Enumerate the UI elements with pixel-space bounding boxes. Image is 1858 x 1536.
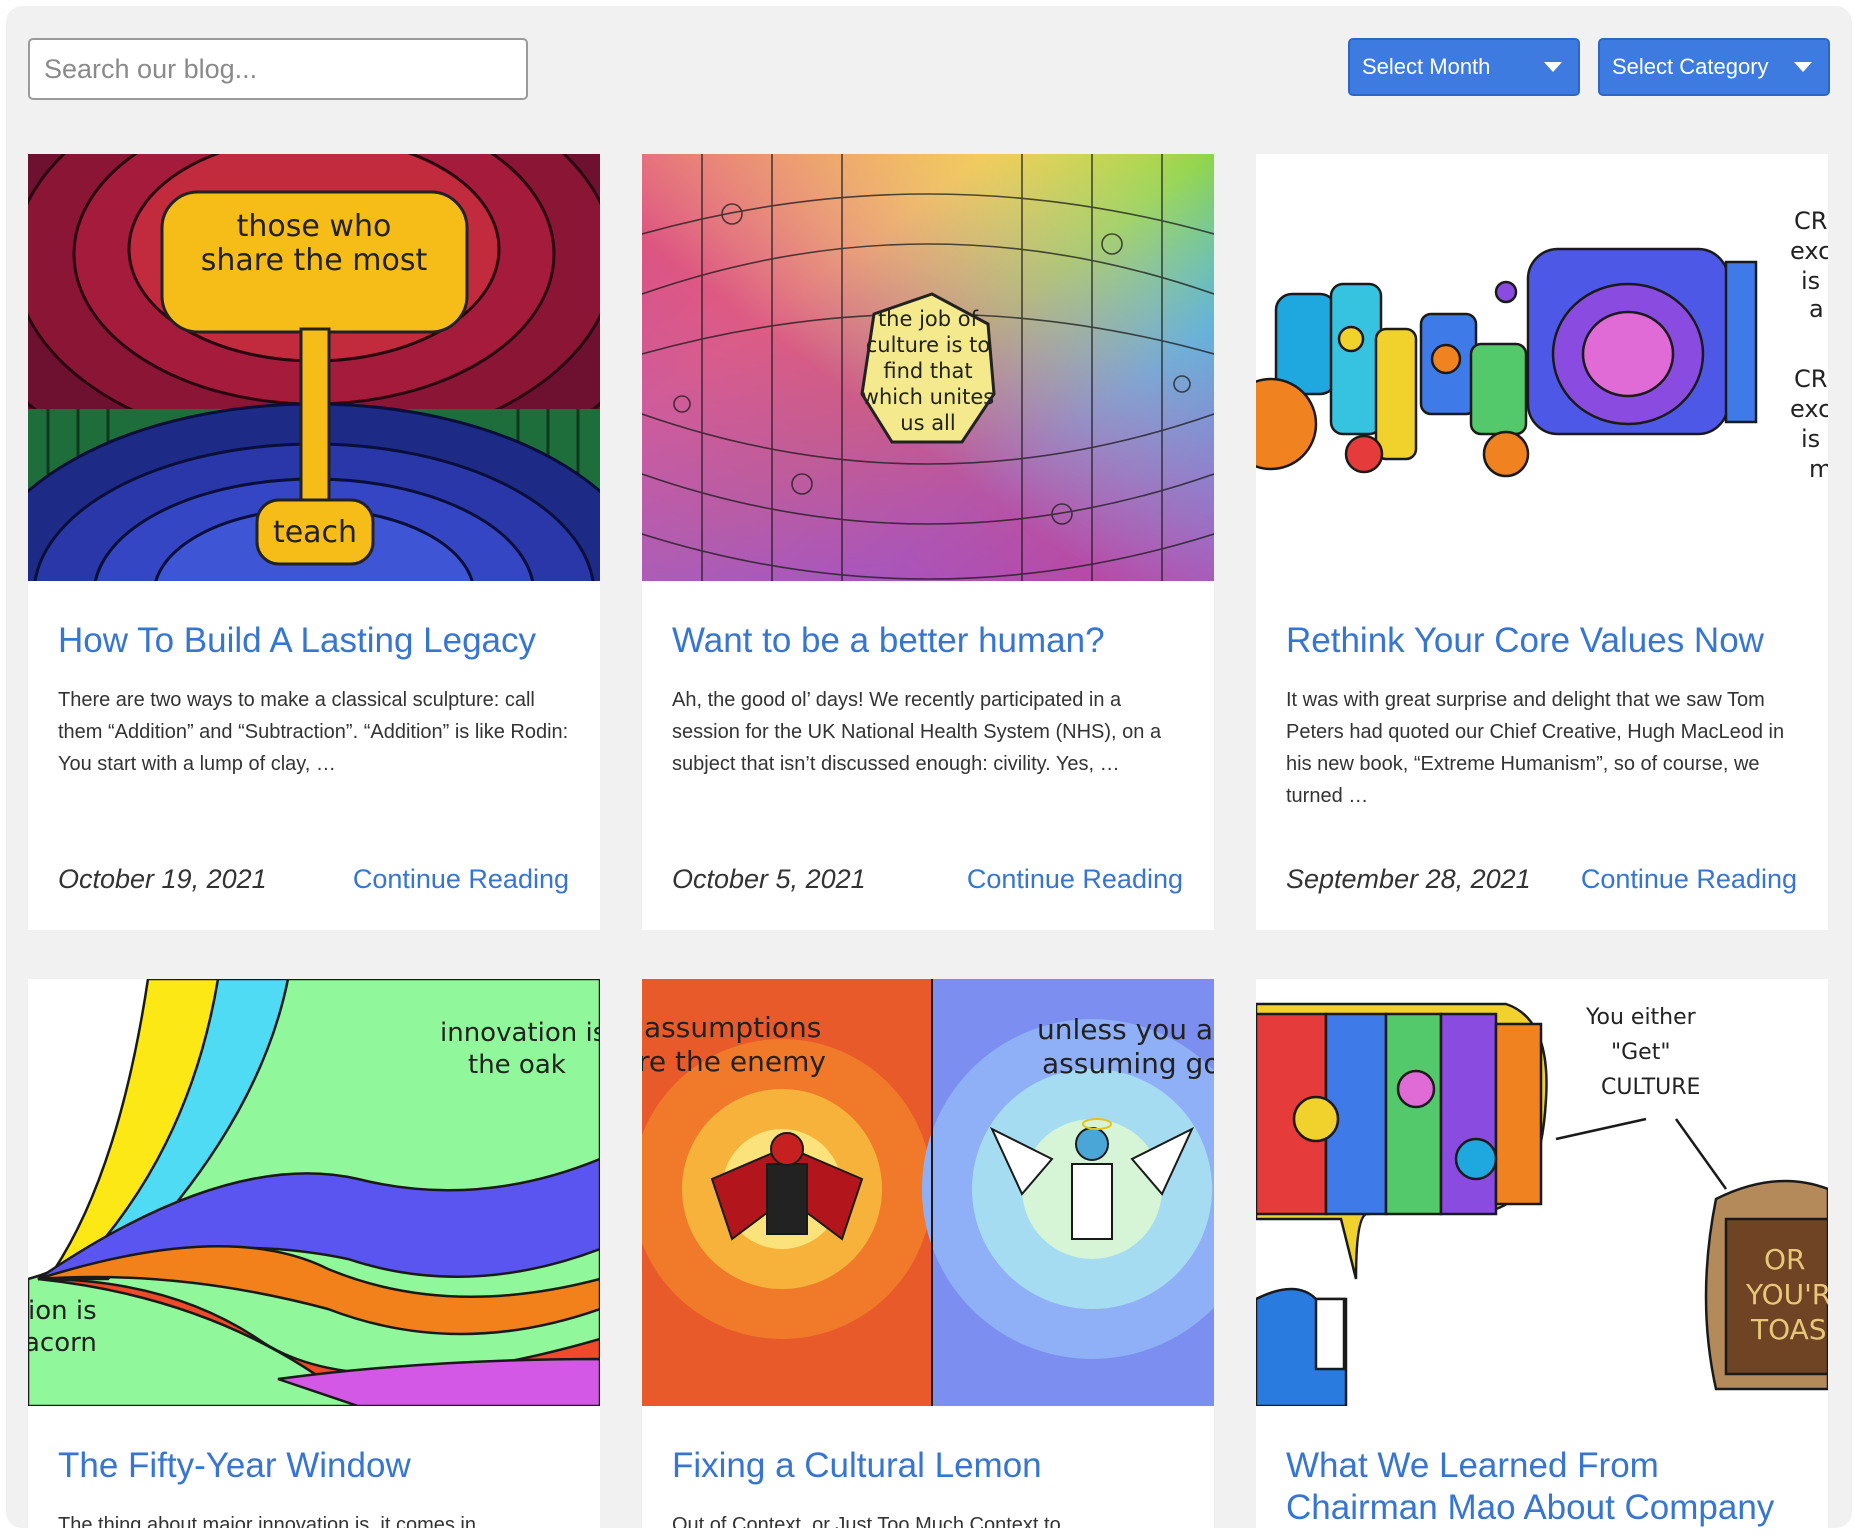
continue-reading-link[interactable]: Continue Reading (353, 864, 569, 895)
image-caption: ion is (28, 1296, 97, 1326)
image-caption: the job of (878, 307, 979, 331)
image-caption: YOU'R (1745, 1278, 1828, 1311)
chevron-down-icon (1544, 62, 1562, 72)
image-caption: assuming goo (1042, 1047, 1214, 1080)
image-caption: which unites (862, 385, 994, 409)
search-input[interactable] (28, 38, 528, 100)
post-date: October 5, 2021 (672, 864, 866, 894)
post-image[interactable]: You either "Get" CULTURE OR YOU'R TOAS (1256, 979, 1828, 1406)
blog-card: those who share the most teach How To Bu… (28, 154, 600, 930)
blog-card: the job of culture is to find that which… (642, 154, 1214, 930)
post-title[interactable]: The Fifty-Year Window (58, 1445, 578, 1487)
select-category-dropdown[interactable]: Select Category (1598, 38, 1830, 96)
post-image[interactable]: CRE exc is a CRE exc is m (1256, 154, 1828, 581)
post-image[interactable]: the job of culture is to find that which… (642, 154, 1214, 581)
image-caption: us all (900, 411, 955, 435)
post-excerpt: Out of Context, or Just Too Much Context… (672, 1514, 1061, 1528)
image-caption: re the enemy (642, 1045, 826, 1078)
image-caption: is (1801, 425, 1820, 453)
image-caption: those who (237, 209, 392, 244)
post-image[interactable]: assumptions re the enemy unless you a as… (642, 979, 1214, 1406)
post-image[interactable]: those who share the most teach (28, 154, 600, 581)
post-excerpt: The thing about major innovation is, it … (58, 1514, 476, 1528)
chevron-down-icon (1794, 62, 1812, 72)
continue-reading-link[interactable]: Continue Reading (967, 864, 1183, 895)
image-caption: exc (1790, 395, 1828, 423)
image-caption: culture is to (866, 333, 991, 357)
image-caption: the oak (468, 1050, 566, 1080)
image-caption: assumptions (644, 1011, 821, 1044)
post-image[interactable]: innovation is the oak ion is acorn (28, 979, 600, 1406)
image-caption: a (1809, 295, 1824, 323)
post-date: September 28, 2021 (1286, 864, 1531, 894)
select-month-label: Select Month (1362, 54, 1491, 79)
blog-card: assumptions re the enemy unless you a as… (642, 979, 1214, 1528)
select-category-label: Select Category (1612, 54, 1769, 79)
post-title[interactable]: Want to be a better human? (672, 620, 1192, 662)
blog-card: innovation is the oak ion is acorn The F… (28, 979, 600, 1528)
post-excerpt: It was with great surprise and delight t… (1286, 689, 1785, 807)
image-caption: is (1801, 267, 1820, 295)
image-caption: find that (883, 359, 972, 383)
blog-card: You either "Get" CULTURE OR YOU'R TOAS W… (1256, 979, 1828, 1528)
blog-card: CRE exc is a CRE exc is m Rethink Your C… (1256, 154, 1828, 930)
post-date: October 19, 2021 (58, 864, 267, 894)
post-title[interactable]: Rethink Your Core Values Now (1286, 620, 1806, 662)
image-caption: You either (1585, 1005, 1697, 1030)
image-caption: acorn (28, 1328, 97, 1358)
image-caption: teach (273, 515, 357, 550)
post-excerpt: Ah, the good ol’ days! We recently parti… (672, 689, 1162, 775)
image-caption: CRE (1794, 207, 1828, 235)
image-caption: innovation is (440, 1018, 600, 1048)
post-excerpt: There are two ways to make a classical s… (58, 689, 569, 775)
blog-page: Select Month Select Category (6, 6, 1852, 1528)
image-caption: unless you a (1037, 1013, 1213, 1046)
image-caption: CRE (1794, 365, 1828, 393)
post-title[interactable]: Fixing a Cultural Lemon (672, 1445, 1192, 1487)
image-caption: OR (1764, 1243, 1806, 1276)
select-month-dropdown[interactable]: Select Month (1348, 38, 1580, 96)
image-caption: share the most (201, 243, 428, 278)
image-caption: "Get" (1611, 1040, 1670, 1065)
post-title[interactable]: What We Learned From Chairman Mao About … (1286, 1445, 1806, 1528)
continue-reading-link[interactable]: Continue Reading (1581, 864, 1797, 895)
image-caption: CULTURE (1601, 1075, 1700, 1100)
post-title[interactable]: How To Build A Lasting Legacy (58, 620, 578, 662)
image-caption: m (1809, 455, 1828, 483)
image-caption: TOAS (1750, 1313, 1827, 1346)
image-caption: exc (1790, 237, 1828, 265)
